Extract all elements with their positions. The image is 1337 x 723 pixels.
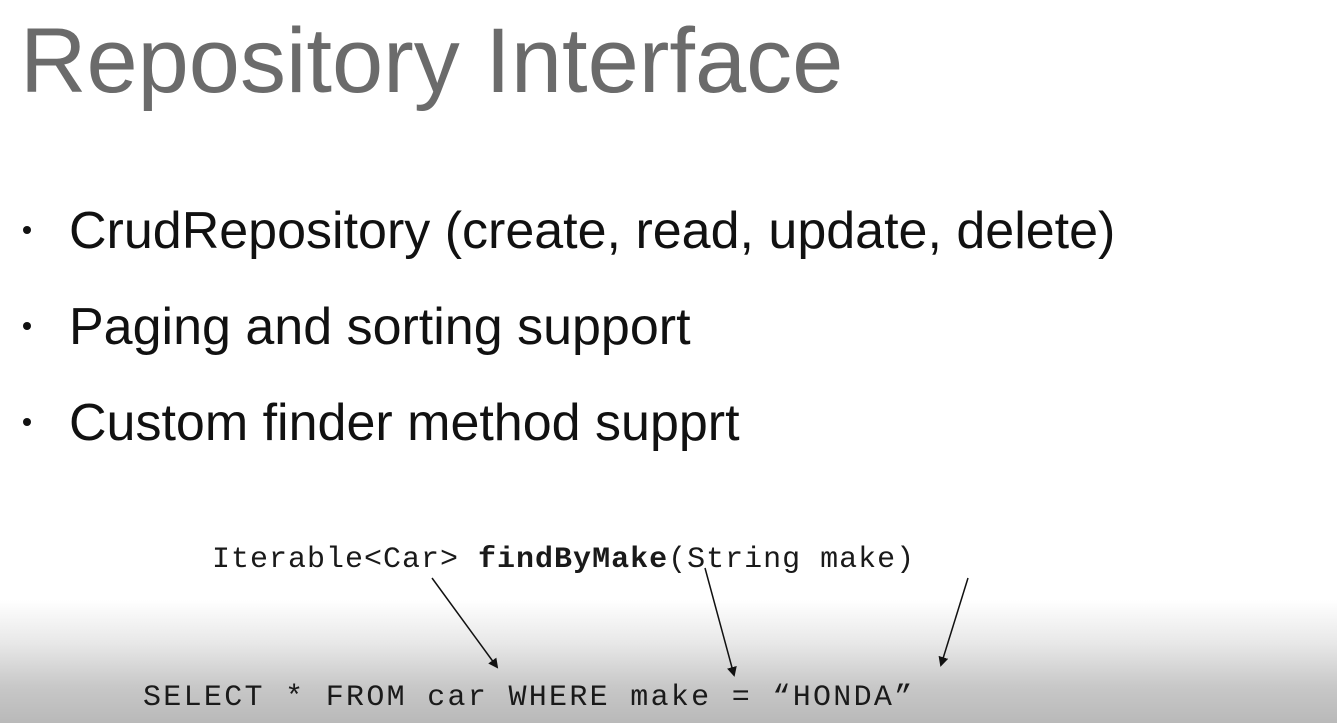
method-signature: Iterable<Car> findByMake(String make) [212,540,915,580]
method-params: (String make) [668,543,916,577]
slide-title: Repository Interface [20,10,844,112]
slide: Repository Interface CrudRepository (cre… [0,0,1337,723]
sql-query: SELECT * FROM car WHERE make = “HONDA” [143,681,915,715]
bullet-text: CrudRepository (create, read, update, de… [69,202,1116,260]
bullet-dot-icon [23,322,31,330]
bullet-dot-icon [23,226,31,234]
bullet-dot-icon [23,418,31,426]
method-name: findByMake [478,543,669,577]
bullet-text: Custom finder method supprt [69,394,740,452]
return-type: Iterable<Car> [212,543,479,577]
bullet-text: Paging and sorting support [69,298,691,356]
